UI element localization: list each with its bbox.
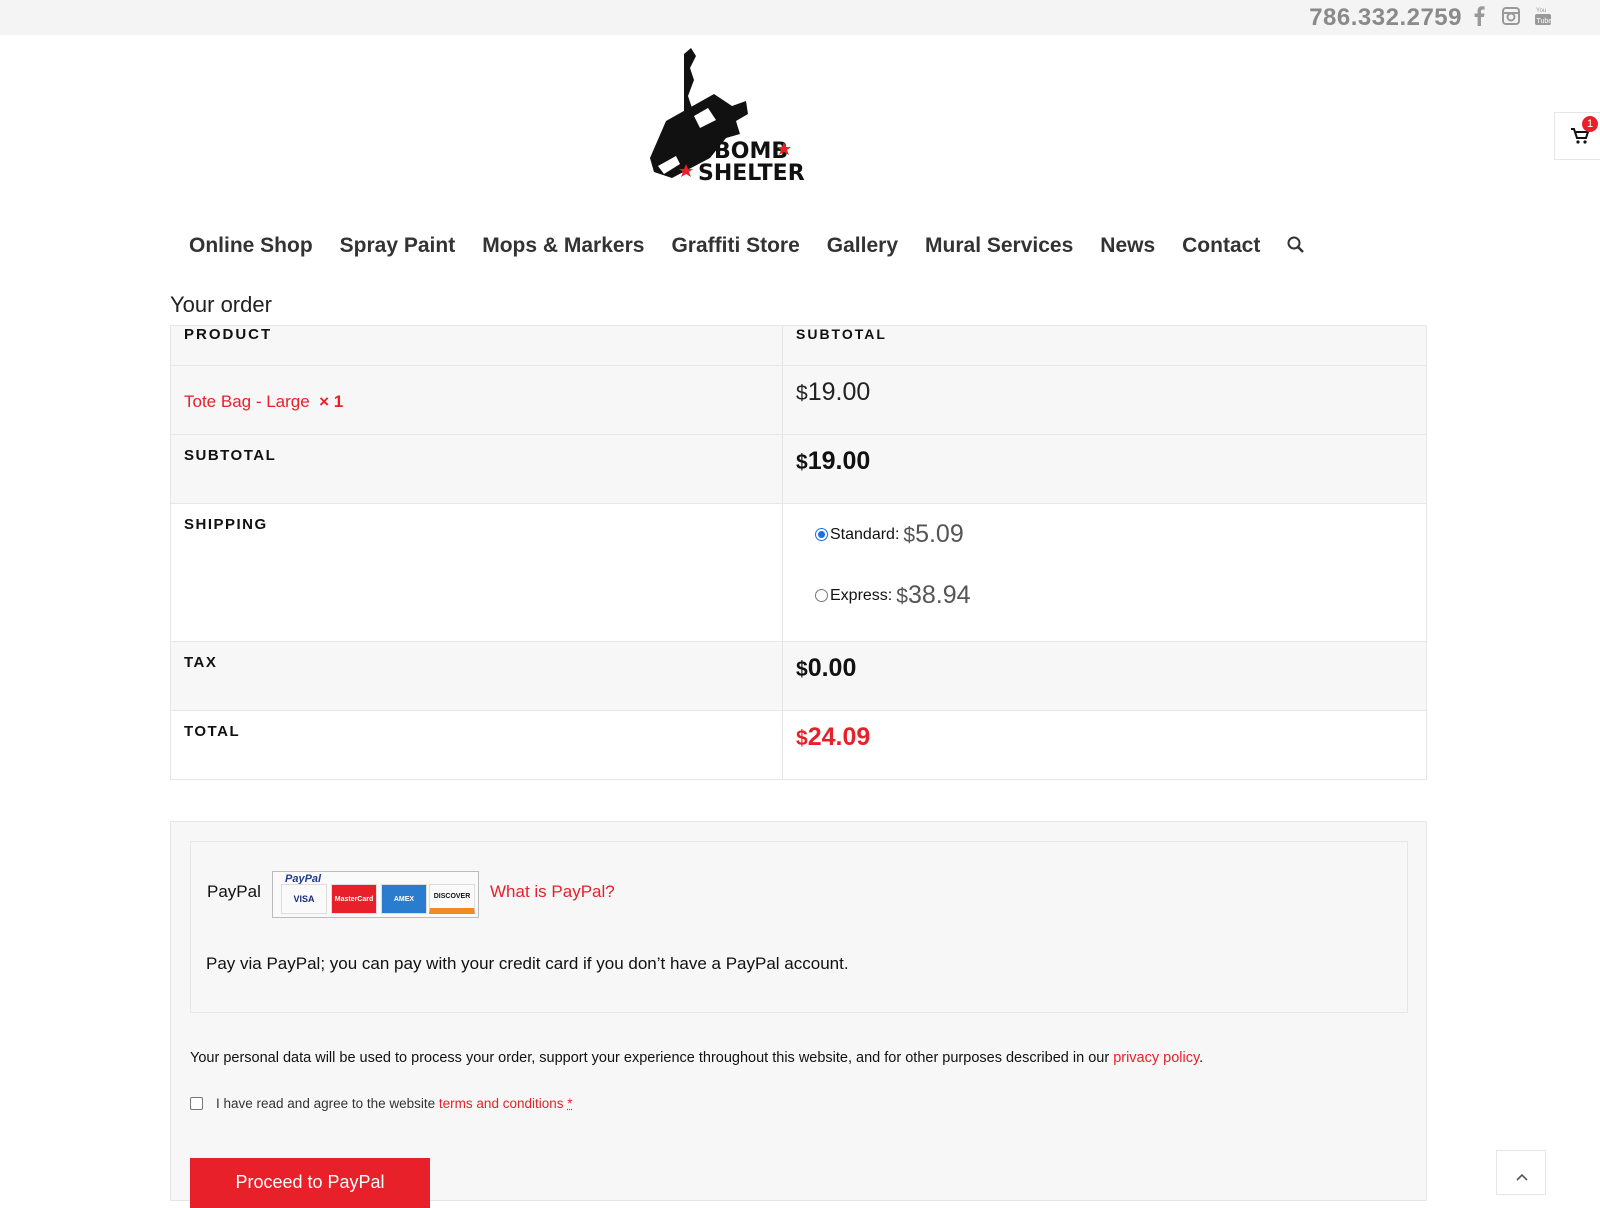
order-table-header: PRODUCT SUBTOTAL [171, 326, 1427, 366]
proceed-to-paypal-button[interactable]: Proceed to PayPal [190, 1158, 430, 1208]
shipping-option-express[interactable]: Express: $38.94 [815, 581, 1413, 610]
mastercard-icon: MasterCard [331, 884, 377, 914]
nav-spray-paint[interactable]: Spray Paint [340, 234, 456, 258]
product-price: $19.00 [783, 366, 1427, 435]
tax-row: TAX $0.00 [171, 642, 1427, 711]
privacy-notice: Your personal data will be used to proce… [190, 1050, 1203, 1066]
nav-news[interactable]: News [1100, 234, 1155, 258]
facebook-icon[interactable] [1468, 5, 1490, 27]
total-label: TOTAL [171, 711, 783, 780]
your-order-heading: Your order [170, 292, 272, 318]
subtotal-row: SUBTOTAL $19.00 [171, 435, 1427, 504]
column-product: PRODUCT [171, 326, 783, 366]
privacy-policy-link[interactable]: privacy policy [1113, 1050, 1199, 1066]
what-is-paypal-link[interactable]: What is PayPal? [490, 882, 615, 902]
tax-label: TAX [171, 642, 783, 711]
subtotal-value: $19.00 [783, 435, 1427, 504]
nav-mural-services[interactable]: Mural Services [925, 234, 1073, 258]
tax-value: $0.00 [783, 642, 1427, 711]
paypal-description: Pay via PayPal; you can pay with your cr… [206, 954, 849, 974]
terms-checkbox[interactable] [190, 1097, 203, 1110]
site-logo[interactable]: BOMB SHELTER [636, 46, 816, 186]
product-cell: Tote Bag - Large × 1 [171, 366, 783, 435]
cart-count-badge: 1 [1582, 116, 1598, 132]
top-bar: 786.332.2759 You Tube [0, 0, 1600, 35]
nav-online-shop[interactable]: Online Shop [189, 234, 313, 258]
terms-link[interactable]: terms and conditions [439, 1096, 564, 1111]
subtotal-label: SUBTOTAL [171, 435, 783, 504]
nav-graffiti-store[interactable]: Graffiti Store [671, 234, 799, 258]
logo-text-shelter: SHELTER [698, 161, 805, 186]
total-row: TOTAL $24.09 [171, 711, 1427, 780]
paypal-card-logos: PayPal VISA MasterCard AMEX DISCOVER [272, 871, 479, 918]
chevron-up-icon [1516, 1173, 1528, 1181]
instagram-icon[interactable] [1500, 5, 1522, 27]
total-value: $24.09 [783, 711, 1427, 780]
shipping-standard-radio[interactable] [815, 528, 828, 541]
discover-icon: DISCOVER [429, 884, 475, 914]
nav-mops-markers[interactable]: Mops & Markers [482, 234, 644, 258]
product-name[interactable]: Tote Bag - Large [184, 392, 310, 411]
shipping-row: SHIPPING Standard: $5.09 Express: $38.94 [171, 504, 1427, 642]
shipping-label: SHIPPING [171, 504, 783, 642]
youtube-icon[interactable]: You Tube [1532, 5, 1554, 27]
cart-item-row: Tote Bag - Large × 1 $19.00 [171, 366, 1427, 435]
svg-text:You: You [1536, 8, 1546, 14]
shipping-express-radio[interactable] [815, 589, 828, 602]
shipping-options: Standard: $5.09 Express: $38.94 [783, 504, 1427, 642]
column-subtotal: SUBTOTAL [783, 326, 1427, 366]
svg-text:Tube: Tube [1537, 18, 1553, 25]
paypal-method-label[interactable]: PayPal [207, 882, 261, 902]
terms-row: I have read and agree to the website ter… [190, 1096, 573, 1111]
nav-gallery[interactable]: Gallery [827, 234, 898, 258]
product-qty: × 1 [319, 392, 343, 411]
nav-contact[interactable]: Contact [1182, 234, 1260, 258]
paypal-method-box: PayPal PayPal VISA MasterCard AMEX DISCO… [190, 841, 1408, 1013]
order-table: PRODUCT SUBTOTAL Tote Bag - Large × 1 $1… [170, 325, 1427, 780]
main-nav: Online Shop Spray Paint Mops & Markers G… [189, 234, 1307, 258]
phone-number[interactable]: 786.332.2759 [1309, 4, 1462, 32]
amex-icon: AMEX [381, 884, 427, 914]
back-to-top-button[interactable] [1496, 1150, 1546, 1195]
payment-section: PayPal PayPal VISA MasterCard AMEX DISCO… [170, 821, 1427, 1201]
shipping-option-standard[interactable]: Standard: $5.09 [815, 520, 1413, 549]
required-marker: * [567, 1096, 572, 1111]
visa-icon: VISA [281, 884, 327, 914]
search-icon[interactable] [1287, 236, 1307, 256]
